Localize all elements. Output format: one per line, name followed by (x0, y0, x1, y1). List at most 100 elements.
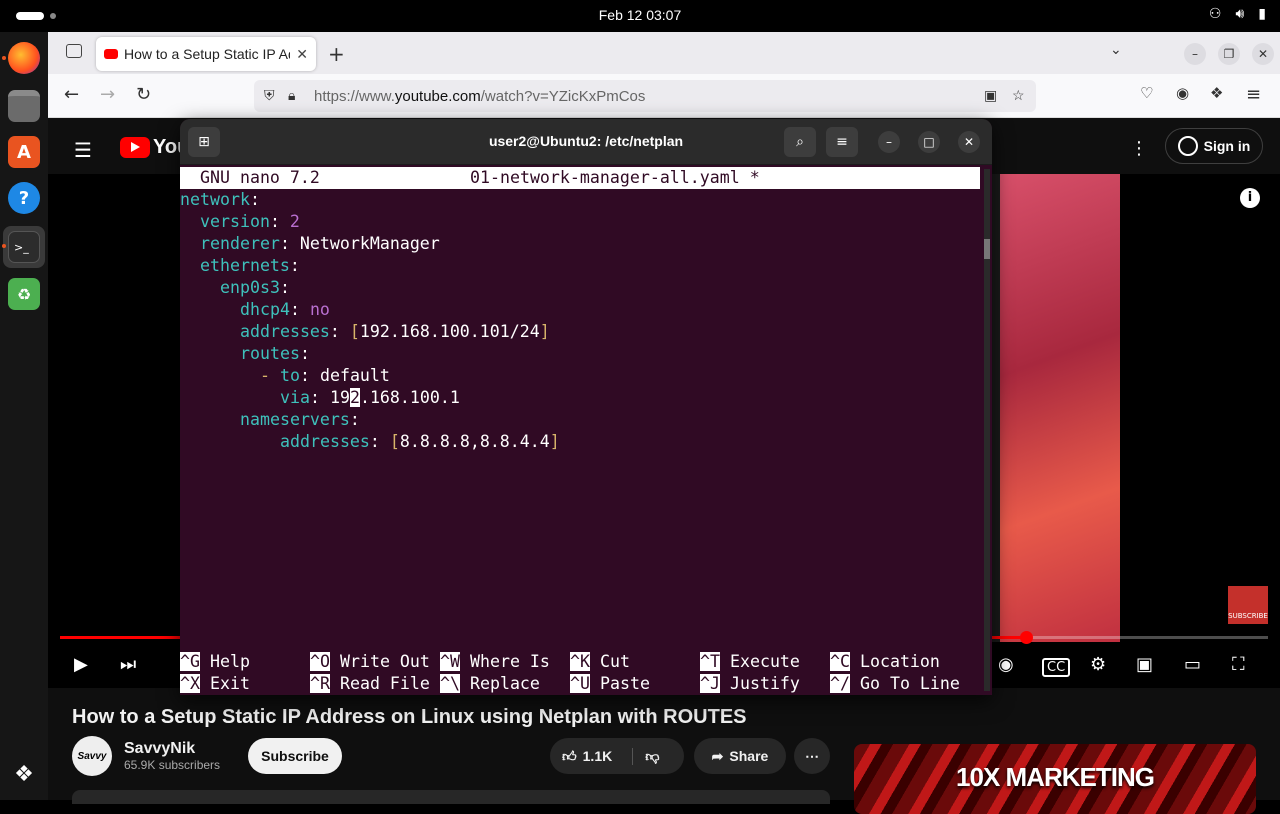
yaml-line: dhcp4: no (240, 300, 330, 319)
subscribe-watermark[interactable]: SUBSCRIBE (1228, 586, 1268, 624)
nano-filename: 01-network-manager-all.yaml * (470, 168, 760, 187)
play-icon[interactable]: ▶ (74, 654, 88, 675)
shortcut-write-out[interactable]: ^O Write Out (310, 651, 430, 673)
shortcut-help[interactable]: ^G Help (180, 651, 250, 673)
comment-strip (72, 790, 830, 804)
channel-info: Savvy SavvyNik 65.9K subscribers (72, 736, 220, 776)
url-text[interactable]: https://www.youtube.com/watch?v=YZicKxPm… (314, 88, 645, 105)
next-icon[interactable]: ⏭︎ (120, 654, 136, 675)
pocket-icon[interactable]: ♡ (1140, 84, 1153, 102)
help-icon[interactable]: ? (8, 182, 40, 214)
subscriber-count: 65.9K subscribers (124, 758, 221, 772)
share-button[interactable]: ➦ Share (694, 738, 786, 774)
nav-toolbar: ← → ↻ ⛨ 🔒︎ https://www.youtube.com/watch… (48, 74, 1280, 118)
ad-banner[interactable]: 10X MARKETING (854, 744, 1256, 814)
back-button[interactable]: ← (64, 84, 79, 105)
yaml-line: routes: (240, 344, 310, 363)
shortcut-go-to-line[interactable]: ^/ Go To Line (830, 673, 960, 695)
nano-editor[interactable]: GNU nano 7.2 01-network-manager-all.yaml… (180, 165, 980, 695)
url-bar[interactable]: ⛨ 🔒︎ https://www.youtube.com/watch?v=YZi… (254, 80, 1036, 112)
bookmark-star-icon[interactable]: ☆ (1012, 87, 1025, 104)
system-tray[interactable]: ⚇ 🔊︎ ▮ (1209, 6, 1266, 22)
files-icon[interactable] (8, 90, 40, 122)
settings-gear-icon[interactable]: ⚙ (1090, 654, 1106, 675)
firefox-icon[interactable] (8, 42, 40, 74)
channel-name[interactable]: SavvyNik (124, 740, 220, 758)
battery-icon: ▮ (1258, 6, 1266, 22)
new-tab-button[interactable]: + (328, 42, 345, 66)
yaml-line: renderer: NetworkManager (200, 234, 440, 253)
scrollbar-thumb[interactable] (984, 239, 990, 259)
restore-button[interactable]: ❐ (1218, 43, 1240, 65)
shortcut-paste[interactable]: ^U Paste (570, 673, 650, 695)
trash-icon[interactable]: ♻ (8, 278, 40, 310)
nano-title-bar: GNU nano 7.2 01-network-manager-all.yaml… (180, 167, 980, 189)
extensions-icon[interactable]: ❖ (1210, 84, 1223, 102)
shortcut-exit[interactable]: ^X Exit (180, 673, 250, 695)
autoplay-toggle-icon[interactable]: ◉ (998, 654, 1014, 675)
tab-youtube[interactable]: How to a Setup Static IP Address on Linu… (96, 37, 316, 71)
yaml-line: addresses: [192.168.100.101/24] (240, 322, 550, 341)
youtube-logo[interactable]: You (120, 136, 189, 159)
theater-mode-icon[interactable]: ▭ (1184, 654, 1201, 675)
close-window-button[interactable]: ✕ (1252, 43, 1274, 65)
video-frame (992, 174, 1120, 642)
list-tabs-icon[interactable] (66, 44, 82, 58)
search-icon[interactable]: ⌕ (784, 127, 816, 157)
shortcut-execute[interactable]: ^T Execute (700, 651, 800, 673)
volume-icon: 🔊︎ (1235, 6, 1245, 22)
minimize-icon[interactable]: – (878, 131, 900, 153)
yaml-line: nameservers: (240, 410, 360, 429)
captions-icon[interactable]: CC (1042, 658, 1071, 677)
shortcut-cut[interactable]: ^K Cut (570, 651, 630, 673)
more-options-icon[interactable]: ⋮ (1130, 138, 1148, 159)
close-icon[interactable]: ✕ (958, 131, 980, 153)
shortcut-read-file[interactable]: ^R Read File (310, 673, 430, 695)
running-indicator (2, 244, 6, 248)
terminal-scrollbar[interactable] (984, 169, 990, 691)
reader-view-icon[interactable]: ▣ (984, 87, 997, 104)
channel-avatar[interactable]: Savvy (72, 736, 112, 776)
shortcut-replace[interactable]: ^\ Replace (440, 673, 540, 695)
miniplayer-icon[interactable]: ▣ (1136, 654, 1153, 675)
running-indicator (2, 56, 6, 60)
terminal-menu-icon[interactable]: ≡ (826, 127, 858, 157)
terminal-icon[interactable]: >_ (8, 231, 40, 263)
terminal-title: user2@Ubuntu2: /etc/netplan (488, 133, 684, 149)
share-icon: ➦ (711, 747, 724, 764)
system-clock[interactable]: Feb 12 03:07 (0, 7, 1280, 23)
terminal-header: ⊞ user2@Ubuntu2: /etc/netplan ⌕ ≡ – □ ✕ (180, 119, 992, 165)
thumbs-down-icon[interactable]: 👎︎ (632, 747, 659, 765)
yaml-line: addresses: [8.8.8.8,8.8.4.4] (280, 432, 560, 451)
network-icon: ⚇ (1208, 6, 1222, 22)
shortcut-where-is[interactable]: ^W Where Is (440, 651, 550, 673)
fullscreen-icon[interactable]: ⛶ (1232, 654, 1245, 675)
thumbs-up-icon[interactable]: 👍︎ (562, 748, 577, 765)
maximize-icon[interactable]: □ (918, 131, 940, 153)
hamburger-menu-icon[interactable]: ☰ (74, 138, 92, 162)
system-top-bar: Feb 12 03:07 ⚇ 🔊︎ ▮ (0, 0, 1280, 32)
shortcut-justify[interactable]: ^J Justify (700, 673, 800, 695)
forward-button[interactable]: → (100, 84, 115, 105)
lock-icon[interactable]: 🔒︎ (288, 87, 295, 104)
chevron-down-icon[interactable]: ⌄ (1110, 42, 1122, 58)
more-actions-button[interactable]: ⋯ (794, 738, 830, 774)
youtube-play-icon (120, 137, 150, 158)
close-tab-icon[interactable]: ✕ (296, 46, 308, 63)
show-apps-icon[interactable]: ❖ (8, 758, 40, 790)
shield-icon[interactable]: ⛨ (264, 87, 275, 104)
minimize-button[interactable]: – (1184, 43, 1206, 65)
app-center-icon[interactable]: A (8, 136, 40, 168)
menu-icon[interactable]: ≡ (1246, 84, 1261, 105)
progress-scrubber[interactable] (1020, 631, 1034, 644)
info-icon[interactable]: i (1240, 188, 1260, 208)
like-count[interactable]: 1.1K (583, 748, 613, 764)
subscribe-button[interactable]: Subscribe (248, 738, 342, 774)
shortcut-location[interactable]: ^C Location (830, 651, 940, 673)
like-dislike-group: 👍︎ 1.1K 👎︎ (550, 738, 684, 774)
nano-version: GNU nano 7.2 (200, 168, 320, 187)
yaml-line: network: (180, 190, 260, 209)
reload-button[interactable]: ↻ (136, 84, 151, 105)
account-icon[interactable]: ◉ (1176, 84, 1189, 102)
sign-in-button[interactable]: Sign in (1165, 128, 1263, 164)
